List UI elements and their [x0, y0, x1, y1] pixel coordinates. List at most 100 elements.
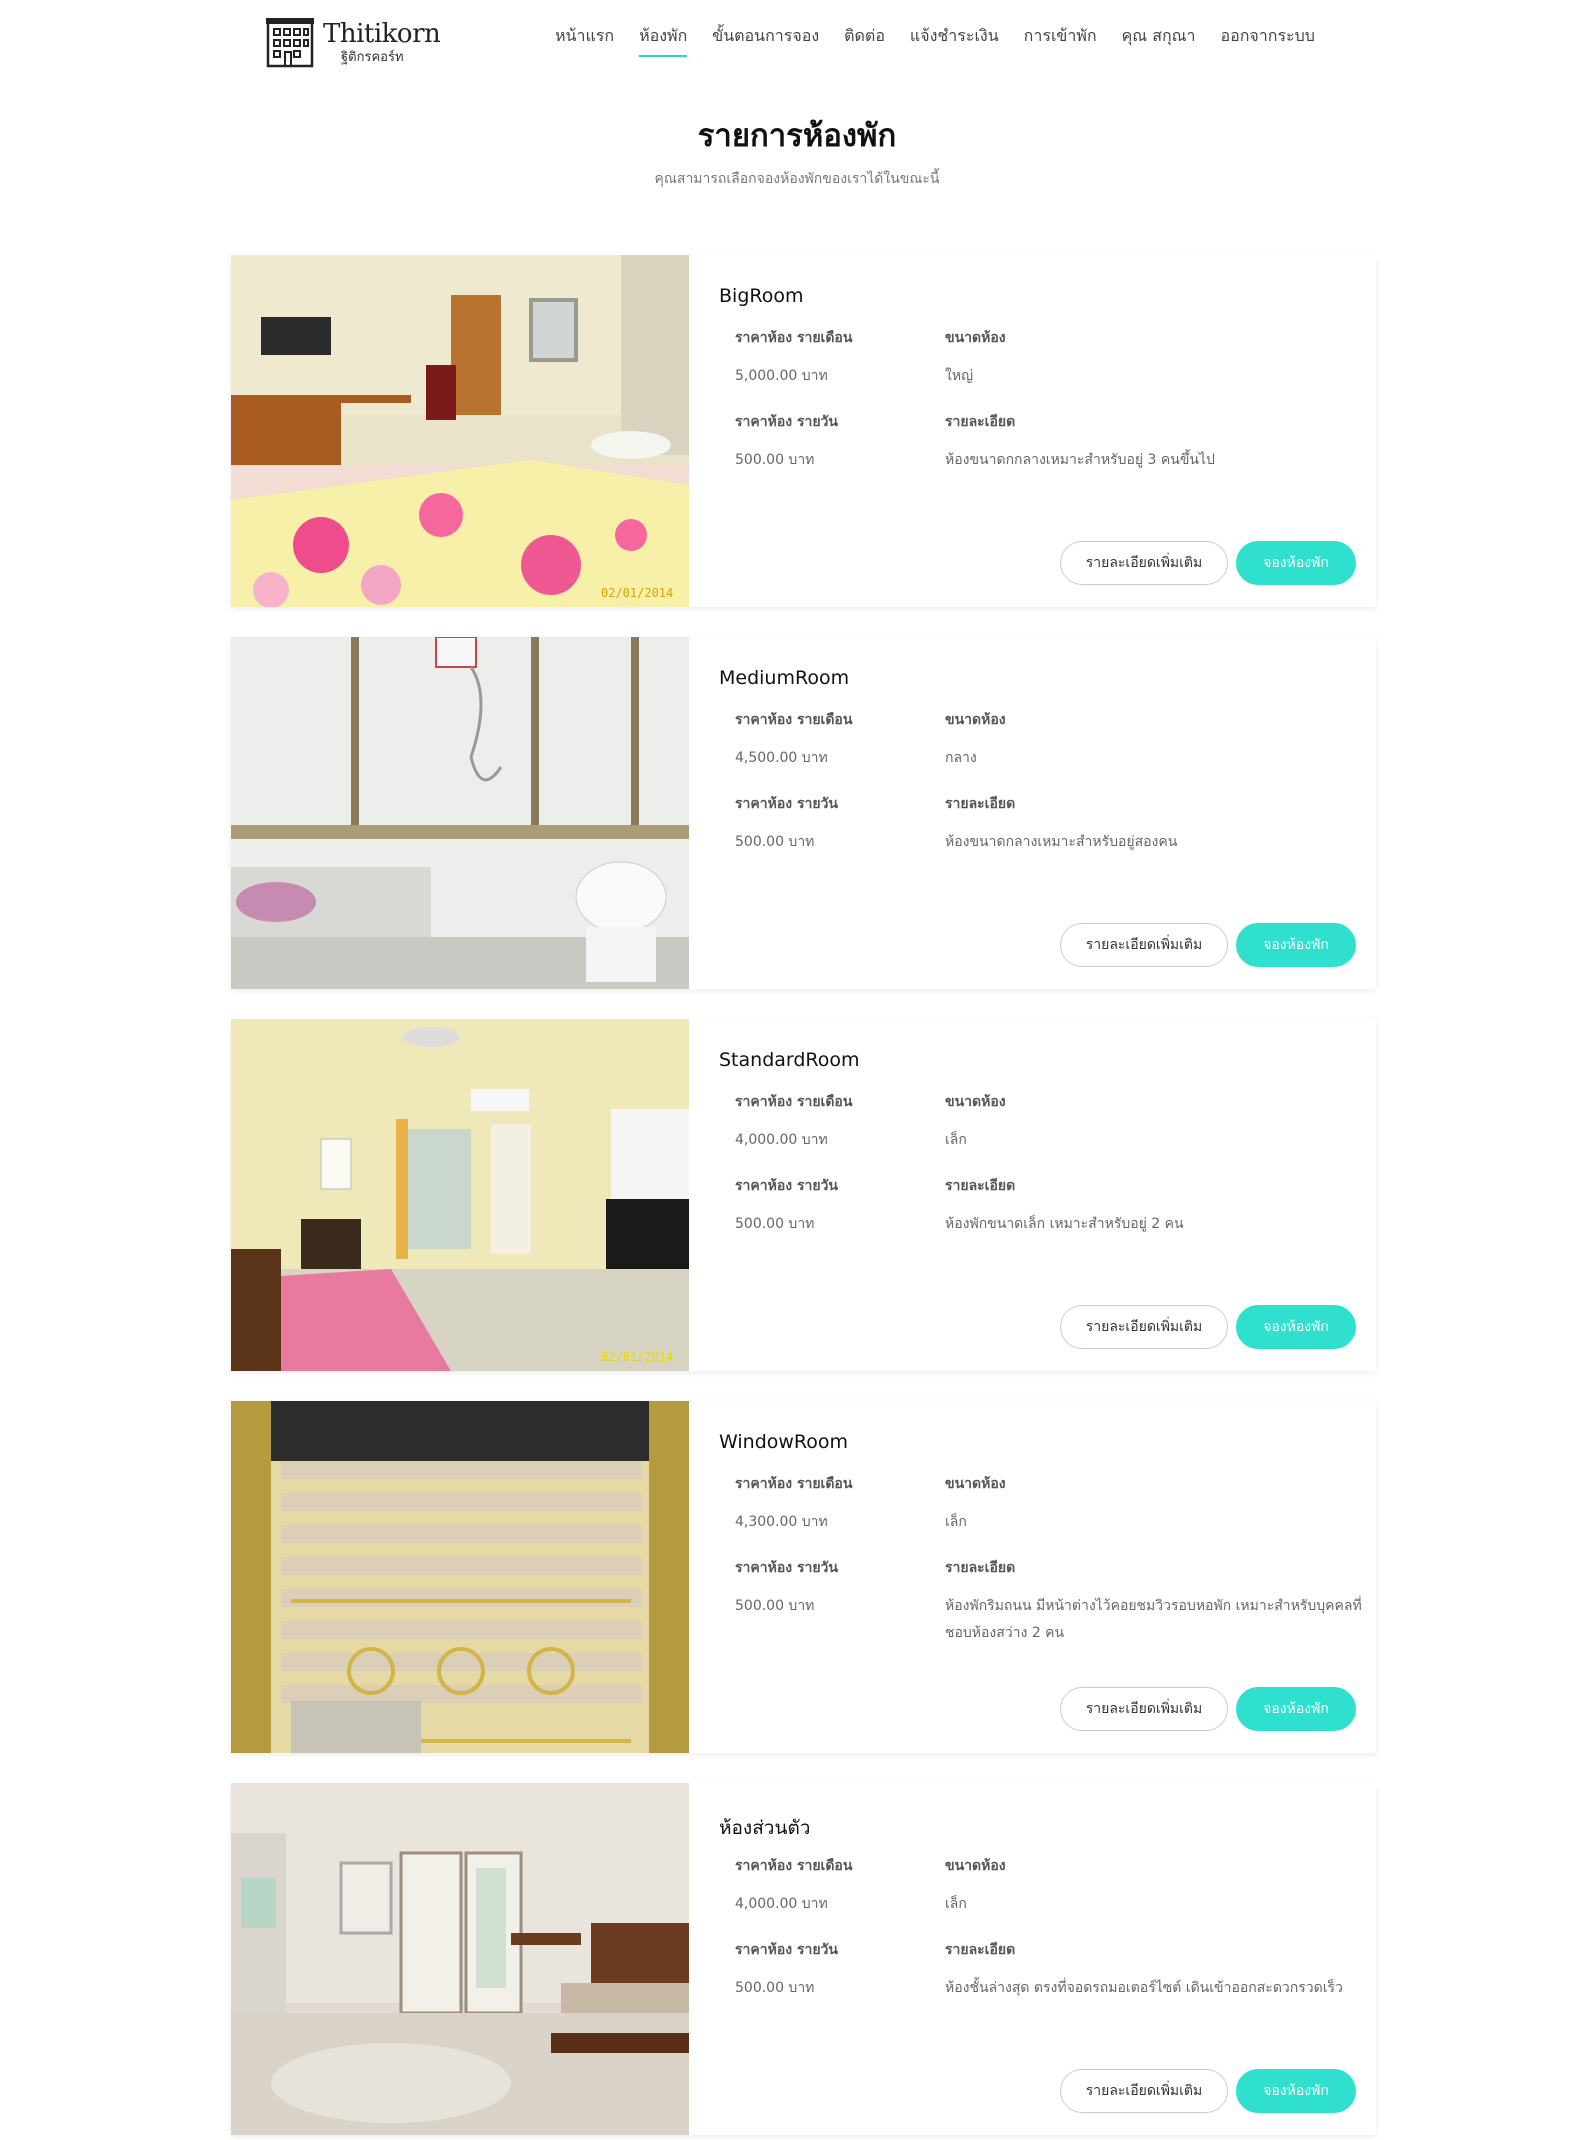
book-room-button[interactable]: จองห้องพัก — [1236, 1305, 1356, 1349]
room-photo[interactable]: 02/01/2014 — [231, 255, 689, 607]
book-room-button[interactable]: จองห้องพัก — [1236, 2069, 1356, 2113]
more-details-button[interactable]: รายละเอียดเพิ่มเติม — [1060, 541, 1228, 585]
room-card: ห้องส่วนตัว ราคาห้อง รายเดือน 4,000.00 บ… — [231, 1783, 1376, 2135]
monthly-price: ราคาห้อง รายเดือน 4,000.00 บาท — [735, 1091, 935, 1154]
photo-date-stamp: 02/01/2014 — [601, 1350, 673, 1364]
room-size: ขนาดห้อง กลาง — [945, 709, 1145, 772]
room-details-label: รายละเอียด — [945, 1560, 1016, 1576]
daily-price-value: 500.00 บาท — [735, 1980, 815, 1996]
room-size-value: เล็ก — [945, 1896, 967, 1912]
nav-item-checkin[interactable]: การเข้าพัก — [1024, 24, 1097, 57]
monthly-price-value: 4,300.00 บาท — [735, 1514, 828, 1530]
photo-date-stamp: 02/01/2014 — [601, 586, 673, 600]
room-info: BigRoom ราคาห้อง รายเดือน 5,000.00 บาท ข… — [689, 255, 1376, 607]
room-details-value: ห้องขนาดกลางเหมาะสำหรับอยู่สองคน — [945, 834, 1178, 850]
room-details-value: ห้องพักขนาดเล็ก เหมาะสำหรับอยู่ 2 คน — [945, 1216, 1184, 1232]
room-card: WindowRoom ราคาห้อง รายเดือน 4,300.00 บา… — [231, 1401, 1376, 1753]
monthly-price-label: ราคาห้อง รายเดือน — [735, 330, 853, 346]
room-name: MediumRoom — [719, 667, 850, 689]
monthly-price-label: ราคาห้อง รายเดือน — [735, 1476, 853, 1492]
brand-logo[interactable]: Thitikorn ฐิติกรคอร์ท — [265, 14, 441, 70]
daily-price: ราคาห้อง รายวัน 500.00 บาท — [735, 1557, 935, 1620]
room-details-label: รายละเอียด — [945, 414, 1016, 430]
room-size-value: กลาง — [945, 750, 977, 766]
more-details-button[interactable]: รายละเอียดเพิ่มเติม — [1060, 2069, 1228, 2113]
room-details-value: ห้องขนาดกกลางเหมาะสำหรับอยู่ 3 คนขึ้นไป — [945, 452, 1215, 468]
room-size-label: ขนาดห้อง — [945, 1094, 1006, 1110]
room-size-value: ใหญ่ — [945, 368, 973, 384]
brand-title: Thitikorn — [323, 18, 441, 49]
daily-price-label: ราคาห้อง รายวัน — [735, 1942, 838, 1958]
daily-price-value: 500.00 บาท — [735, 1216, 815, 1232]
room-name: WindowRoom — [719, 1431, 849, 1453]
nav-item-user[interactable]: คุณ สกุณา — [1122, 24, 1196, 57]
daily-price-label: ราคาห้อง รายวัน — [735, 796, 838, 812]
room-info: MediumRoom ราคาห้อง รายเดือน 4,500.00 บา… — [689, 637, 1376, 989]
room-info: WindowRoom ราคาห้อง รายเดือน 4,300.00 บา… — [689, 1401, 1376, 1753]
monthly-price: ราคาห้อง รายเดือน 4,500.00 บาท — [735, 709, 935, 772]
room-details: รายละเอียด ห้องพักขนาดเล็ก เหมาะสำหรับอย… — [945, 1175, 1365, 1238]
nav-item-rooms[interactable]: ห้องพัก — [639, 24, 688, 57]
more-details-button[interactable]: รายละเอียดเพิ่มเติม — [1060, 1305, 1228, 1349]
room-name: BigRoom — [719, 285, 804, 307]
daily-price-value: 500.00 บาท — [735, 452, 815, 468]
monthly-price: ราคาห้อง รายเดือน 4,000.00 บาท — [735, 1855, 935, 1918]
daily-price-label: ราคาห้อง รายวัน — [735, 1560, 838, 1576]
room-info: StandardRoom ราคาห้อง รายเดือน 4,000.00 … — [689, 1019, 1376, 1371]
monthly-price-value: 5,000.00 บาท — [735, 368, 828, 384]
monthly-price: ราคาห้อง รายเดือน 4,300.00 บาท — [735, 1473, 935, 1536]
daily-price-value: 500.00 บาท — [735, 834, 815, 850]
page-title: รายการห้องพัก — [697, 118, 897, 154]
room-size: ขนาดห้อง เล็ก — [945, 1473, 1145, 1536]
room-details: รายละเอียด ห้องชั้นล่างสุด ตรงที่จอดรถมอ… — [945, 1939, 1365, 2002]
room-photo[interactable]: 02/01/2014 — [231, 1019, 689, 1371]
daily-price: ราคาห้อง รายวัน 500.00 บาท — [735, 793, 935, 856]
more-details-button[interactable]: รายละเอียดเพิ่มเติม — [1060, 1687, 1228, 1731]
room-size: ขนาดห้อง เล็ก — [945, 1855, 1145, 1918]
room-photo[interactable] — [231, 637, 689, 989]
room-size: ขนาดห้อง ใหญ่ — [945, 327, 1145, 390]
book-room-button[interactable]: จองห้องพัก — [1236, 541, 1356, 585]
room-details-label: รายละเอียด — [945, 1178, 1016, 1194]
main-nav: หน้าแรก ห้องพัก ขั้นตอนการจอง ติดต่อ แจ้… — [555, 24, 1315, 57]
monthly-price-label: ราคาห้อง รายเดือน — [735, 712, 853, 728]
room-details-value: ห้องพักริมถนน มีหน้าต่างไว้คอยชมวิวรอบหอ… — [945, 1598, 1362, 1641]
daily-price: ราคาห้อง รายวัน 500.00 บาท — [735, 411, 935, 474]
book-room-button[interactable]: จองห้องพัก — [1236, 923, 1356, 967]
monthly-price-label: ราคาห้อง รายเดือน — [735, 1858, 853, 1874]
room-details-value: ห้องชั้นล่างสุด ตรงที่จอดรถมอเตอร์ไซต์ เ… — [945, 1980, 1343, 1996]
room-card: 02/01/2014 StandardRoom ราคาห้อง รายเดือ… — [231, 1019, 1376, 1371]
brand-subtitle: ฐิติกรคอร์ท — [341, 49, 404, 65]
page-subtitle: คุณสามารถเลือกจองห้องพักของเราได้ในขณะนี… — [654, 171, 940, 187]
room-details: รายละเอียด ห้องขนาดกลางเหมาะสำหรับอยู่สอ… — [945, 793, 1365, 856]
nav-item-contact[interactable]: ติดต่อ — [844, 24, 885, 57]
room-photo-image: 02/01/2014 — [231, 1019, 689, 1371]
room-size-label: ขนาดห้อง — [945, 330, 1006, 346]
room-details-label: รายละเอียด — [945, 1942, 1016, 1958]
nav-item-payment[interactable]: แจ้งชำระเงิน — [910, 24, 999, 57]
monthly-price: ราคาห้อง รายเดือน 5,000.00 บาท — [735, 327, 935, 390]
nav-item-home[interactable]: หน้าแรก — [555, 24, 614, 57]
daily-price-label: ราคาห้อง รายวัน — [735, 1178, 838, 1194]
room-photo-image: 02/01/2014 — [231, 255, 689, 607]
monthly-price-value: 4,000.00 บาท — [735, 1132, 828, 1148]
room-size-label: ขนาดห้อง — [945, 712, 1006, 728]
monthly-price-value: 4,500.00 บาท — [735, 750, 828, 766]
room-details-label: รายละเอียด — [945, 796, 1016, 812]
room-name: ห้องส่วนตัว — [719, 1817, 811, 1839]
room-photo[interactable] — [231, 1783, 689, 2135]
daily-price: ราคาห้อง รายวัน 500.00 บาท — [735, 1939, 935, 2002]
room-size-value: เล็ก — [945, 1132, 967, 1148]
site-header: Thitikorn ฐิติกรคอร์ท หน้าแรก ห้องพัก ขั… — [0, 0, 1594, 80]
room-details: รายละเอียด ห้องขนาดกกลางเหมาะสำหรับอยู่ … — [945, 411, 1365, 474]
room-photo-image — [231, 1401, 689, 1753]
book-room-button[interactable]: จองห้องพัก — [1236, 1687, 1356, 1731]
room-size-label: ขนาดห้อง — [945, 1476, 1006, 1492]
building-icon — [266, 18, 314, 68]
more-details-button[interactable]: รายละเอียดเพิ่มเติม — [1060, 923, 1228, 967]
room-photo[interactable] — [231, 1401, 689, 1753]
nav-item-booking-steps[interactable]: ขั้นตอนการจอง — [712, 24, 819, 57]
nav-item-logout[interactable]: ออกจากระบบ — [1220, 24, 1314, 57]
monthly-price-value: 4,000.00 บาท — [735, 1896, 828, 1912]
room-size: ขนาดห้อง เล็ก — [945, 1091, 1145, 1154]
